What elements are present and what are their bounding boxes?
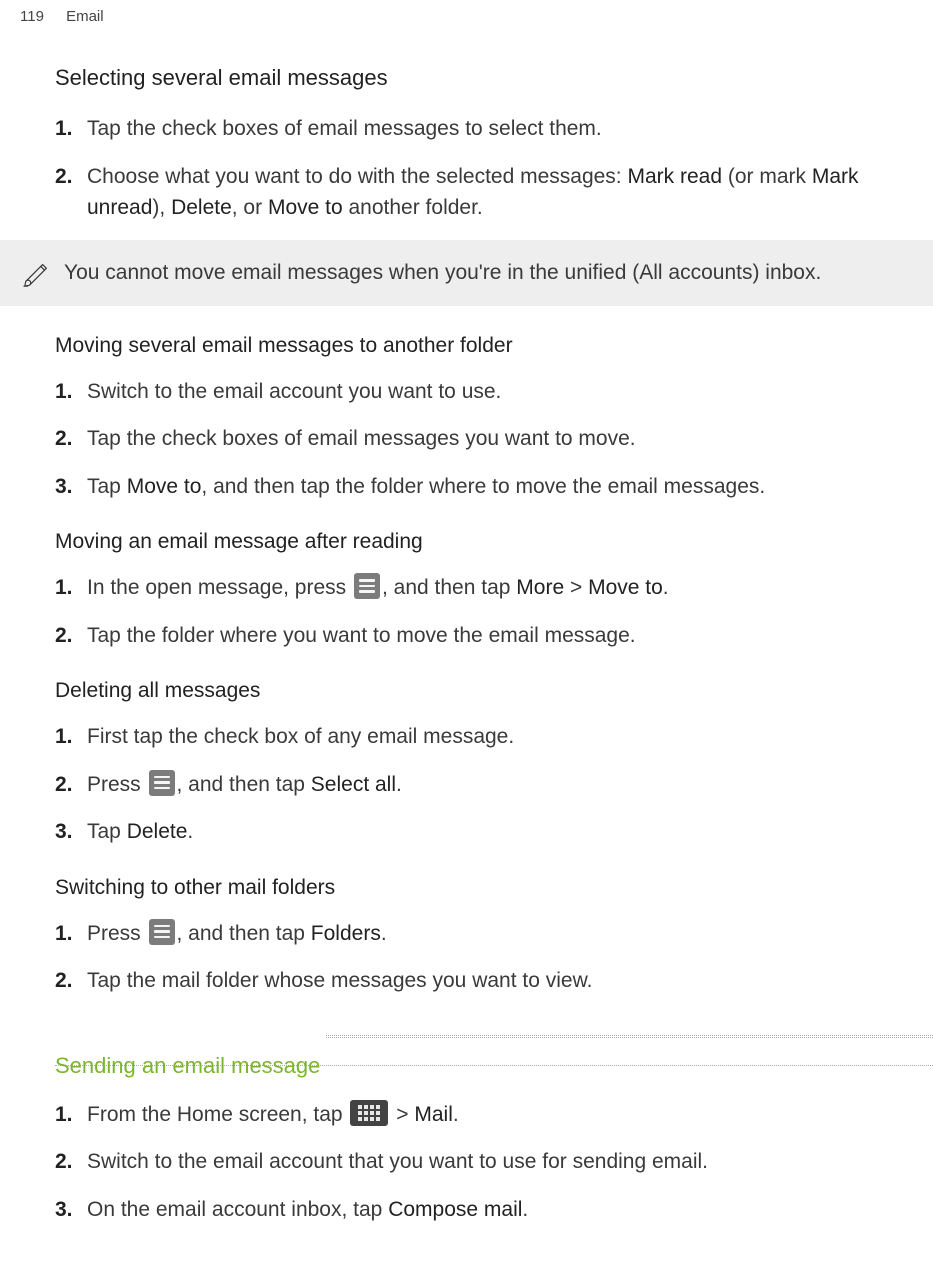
list-item: 1. First tap the check box of any email … xyxy=(87,721,913,753)
heading-moving-after-reading: Moving an email message after reading xyxy=(55,530,913,554)
step-number: 1. xyxy=(55,572,73,604)
step-number: 2. xyxy=(55,769,73,801)
step-text: Choose what you want to do with the sele… xyxy=(87,165,859,220)
list-item: 2. Tap the check boxes of email messages… xyxy=(87,423,913,455)
step-text: Tap Move to, and then tap the folder whe… xyxy=(87,475,765,498)
step-text: Tap the check boxes of email messages to… xyxy=(87,117,602,140)
note-text: You cannot move email messages when you'… xyxy=(64,261,821,285)
list-item: 3. Tap Move to, and then tap the folder … xyxy=(87,471,913,503)
step-text: On the email account inbox, tap Compose … xyxy=(87,1198,528,1221)
step-text: From the Home screen, tap > Mail. xyxy=(87,1103,459,1126)
step-number: 1. xyxy=(55,1099,73,1131)
step-text: Tap the mail folder whose messages you w… xyxy=(87,969,592,992)
list-item: 2. Choose what you want to do with the s… xyxy=(87,161,913,224)
list-item: 3. On the email account inbox, tap Compo… xyxy=(87,1194,913,1226)
header-section: Email xyxy=(66,8,104,25)
step-text: Tap the check boxes of email messages yo… xyxy=(87,427,636,450)
pencil-icon xyxy=(22,258,52,288)
list-item: 2. Switch to the email account that you … xyxy=(87,1146,913,1178)
heading-switching-folders: Switching to other mail folders xyxy=(55,876,913,900)
heading-moving-several: Moving several email messages to another… xyxy=(55,334,913,358)
list-item: 1. In the open message, press , and then… xyxy=(87,572,913,604)
step-text: First tap the check box of any email mes… xyxy=(87,725,514,748)
step-number: 2. xyxy=(55,1146,73,1178)
step-number: 1. xyxy=(55,918,73,950)
step-text: Tap the folder where you want to move th… xyxy=(87,624,636,647)
step-number: 2. xyxy=(55,423,73,455)
list-item: 1. Press , and then tap Folders. xyxy=(87,918,913,950)
step-number: 1. xyxy=(55,721,73,753)
page-number: 119 xyxy=(20,8,44,25)
step-text: Tap Delete. xyxy=(87,820,193,843)
step-number: 3. xyxy=(55,471,73,503)
heading-sending-email: Sending an email message xyxy=(55,1053,320,1081)
list-item: 2. Tap the mail folder whose messages yo… xyxy=(87,965,913,997)
page-header: 119 Email xyxy=(0,0,933,25)
step-number: 2. xyxy=(55,965,73,997)
list-item: 2. Tap the folder where you want to move… xyxy=(87,620,913,652)
menu-icon xyxy=(149,919,175,945)
step-text: Switch to the email account you want to … xyxy=(87,380,501,403)
note-callout: You cannot move email messages when you'… xyxy=(0,240,933,306)
step-text: Switch to the email account that you wan… xyxy=(87,1150,708,1173)
step-text: Press , and then tap Folders. xyxy=(87,922,387,945)
step-text: Press , and then tap Select all. xyxy=(87,773,402,796)
list-item: 3. Tap Delete. xyxy=(87,816,913,848)
step-number: 1. xyxy=(55,113,73,145)
step-number: 3. xyxy=(55,1194,73,1226)
step-number: 1. xyxy=(55,376,73,408)
heading-selecting: Selecting several email messages xyxy=(55,65,913,91)
list-item: 1. Tap the check boxes of email messages… xyxy=(87,113,913,145)
apps-grid-icon xyxy=(350,1100,388,1126)
list-item: 1. From the Home screen, tap > Mail. xyxy=(87,1099,913,1131)
step-number: 3. xyxy=(55,816,73,848)
step-number: 2. xyxy=(55,161,73,193)
menu-icon xyxy=(354,573,380,599)
menu-icon xyxy=(149,770,175,796)
list-item: 1. Switch to the email account you want … xyxy=(87,376,913,408)
heading-deleting-all: Deleting all messages xyxy=(55,679,913,703)
step-text: In the open message, press , and then ta… xyxy=(87,576,669,599)
list-item: 2. Press , and then tap Select all. xyxy=(87,769,913,801)
step-number: 2. xyxy=(55,620,73,652)
